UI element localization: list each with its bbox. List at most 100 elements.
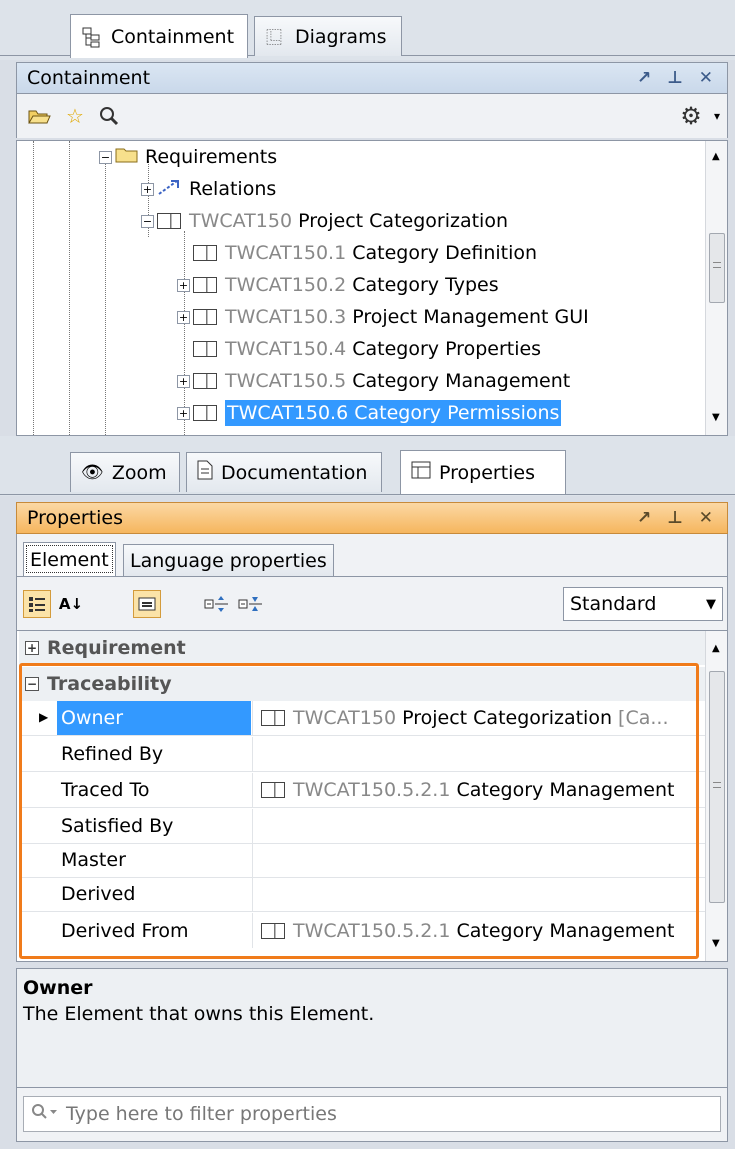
containment-tree[interactable]: − Requirements + Relations − TWCAT150 Pr… [16, 140, 728, 436]
tab-diagrams-label: Diagrams [295, 25, 387, 48]
scroll-thumb[interactable] [709, 671, 725, 903]
tab-zoom-label: Zoom [111, 461, 167, 484]
property-value[interactable]: TWCAT150 Project Categorization [Ca... [252, 701, 709, 735]
subtab-element[interactable]: Element [23, 542, 116, 576]
value-name: Category Management [456, 779, 675, 801]
tree-item-twcat150[interactable]: − TWCAT150 Project Categorization [141, 205, 508, 237]
expand-icon[interactable]: + [177, 406, 190, 420]
tab-diagrams[interactable]: ⿺ Diagrams [254, 16, 402, 56]
selected-tree-item[interactable]: TWCAT150.6 Category Permissions [225, 400, 562, 426]
scroll-down-icon[interactable]: ▼ [712, 938, 720, 949]
categorized-view-icon[interactable] [23, 590, 51, 618]
tab-documentation[interactable]: Documentation [186, 452, 382, 492]
group-requirement[interactable]: + Requirement [19, 631, 709, 665]
star-icon[interactable]: ☆ [61, 102, 89, 130]
property-row-satisfied-by[interactable]: Satisfied By [19, 809, 709, 844]
scroll-thumb[interactable] [709, 233, 725, 303]
pin-icon[interactable]: ⊥ [667, 68, 683, 88]
collapse-icon[interactable]: − [25, 677, 39, 691]
property-value[interactable]: TWCAT150.5.2.1 Category Management [252, 773, 709, 807]
scroll-up-icon[interactable]: ▲ [712, 151, 720, 162]
view-mode-value: Standard [570, 593, 657, 615]
gear-icon[interactable]: ⚙ [677, 102, 705, 130]
expand-icon[interactable]: + [25, 641, 39, 655]
tree-item-relations[interactable]: + Relations [141, 173, 276, 205]
collapse-icon[interactable]: − [99, 150, 112, 164]
tree-item-requirements[interactable]: − Requirements [99, 141, 277, 173]
tab-properties-label: Properties [439, 461, 536, 484]
tree-item-twcat150-5[interactable]: + TWCAT150.5 Category Management [177, 365, 570, 397]
property-grid-scrollbar[interactable]: ▲ ▼ [705, 631, 727, 961]
properties-icon [411, 461, 431, 484]
tab-properties[interactable]: Properties [400, 450, 566, 494]
expand-icon[interactable]: + [177, 374, 190, 388]
close-icon[interactable]: ✕ [699, 508, 713, 528]
requirement-icon [157, 213, 181, 229]
collapse-icon[interactable]: − [141, 214, 154, 228]
scroll-up-icon[interactable]: ▲ [712, 643, 720, 654]
property-row-derived-from[interactable]: Derived From TWCAT150.5.2.1 Category Man… [19, 913, 709, 948]
property-name: Derived [61, 883, 136, 905]
property-name: Refined By [61, 743, 164, 765]
expand-all-icon[interactable] [203, 590, 231, 618]
tree-item-label: Relations [189, 178, 277, 200]
property-row-traced-to[interactable]: Traced To TWCAT150.5.2.1 Category Manage… [19, 773, 709, 808]
tree-item-twcat150-1[interactable]: TWCAT150.1 Category Definition [193, 237, 537, 269]
scroll-down-icon[interactable]: ▼ [712, 412, 720, 423]
tree-item-twcat150-2[interactable]: + TWCAT150.2 Category Types [177, 269, 499, 301]
tree-item-id: TWCAT150.2 [225, 274, 347, 296]
property-row-owner[interactable]: ▶ Owner TWCAT150 Project Categorization … [19, 701, 709, 736]
diagrams-icon: ⿺ [265, 26, 287, 48]
property-value[interactable] [252, 809, 709, 843]
containment-tree-icon [81, 26, 103, 48]
expand-icon[interactable]: + [177, 310, 190, 324]
filter-input[interactable]: Type here to filter properties [23, 1096, 721, 1132]
expert-mode-icon[interactable] [133, 590, 161, 618]
pin-icon[interactable]: ⊥ [667, 508, 683, 528]
open-folder-icon[interactable] [25, 102, 53, 130]
property-row-master[interactable]: Master [19, 843, 709, 878]
property-value[interactable] [252, 843, 709, 877]
containment-toolbar: ☆ ⚙ ▾ [16, 94, 728, 138]
tab-zoom[interactable]: 👁 Zoom [70, 452, 180, 492]
property-value[interactable] [252, 737, 709, 771]
tree-item-twcat150-4[interactable]: TWCAT150.4 Category Properties [193, 333, 541, 365]
tree-item-label: Category Properties [352, 338, 542, 360]
undock-icon[interactable]: ↗ [637, 508, 651, 528]
property-value[interactable]: TWCAT150.5.2.1 Category Management [252, 913, 709, 948]
search-icon [30, 1102, 60, 1127]
chevron-down-icon[interactable]: ▾ [703, 102, 731, 130]
group-label: Requirement [47, 637, 186, 659]
documentation-icon [197, 460, 213, 485]
sort-alphabetical-icon[interactable]: A↓ [57, 590, 85, 618]
tree-item-twcat150-3[interactable]: + TWCAT150.3 Project Management GUI [177, 301, 589, 333]
subtab-language-properties[interactable]: Language properties [123, 544, 334, 576]
collapse-all-icon[interactable] [237, 590, 265, 618]
description-title: Owner [23, 977, 93, 999]
description-text: The Element that owns this Element. [23, 1003, 375, 1025]
property-description: Owner The Element that owns this Element… [16, 968, 728, 1088]
property-name: Derived From [61, 919, 189, 942]
subtab-element-label: Element [30, 548, 109, 571]
expand-icon[interactable]: + [141, 182, 154, 196]
property-name: Owner [57, 701, 251, 735]
chevron-down-icon: ▼ [706, 596, 716, 612]
search-icon[interactable] [95, 102, 123, 130]
tree-item-label: Category Management [352, 370, 571, 392]
tree-item-twcat150-6[interactable]: + TWCAT150.6 Category Permissions [177, 397, 562, 429]
property-row-derived[interactable]: Derived [19, 877, 709, 912]
containment-panel-header: Containment ↗ ⊥ ✕ [16, 62, 728, 94]
view-mode-select[interactable]: Standard ▼ [563, 587, 723, 621]
group-traceability[interactable]: − Traceability [19, 667, 709, 701]
property-row-refined-by[interactable]: Refined By [19, 737, 709, 772]
value-extra: [Ca... [618, 707, 669, 729]
undock-icon[interactable]: ↗ [637, 68, 651, 88]
value-name: Category Management [456, 919, 675, 942]
zoom-eye-icon: 👁 [81, 462, 104, 483]
close-icon[interactable]: ✕ [699, 68, 713, 88]
expand-icon[interactable]: + [177, 278, 190, 292]
tab-containment[interactable]: Containment [70, 14, 248, 58]
tree-item-label: Project Categorization [298, 210, 508, 232]
tree-scrollbar[interactable]: ▲ ▼ [705, 141, 727, 435]
property-value[interactable] [252, 877, 709, 911]
